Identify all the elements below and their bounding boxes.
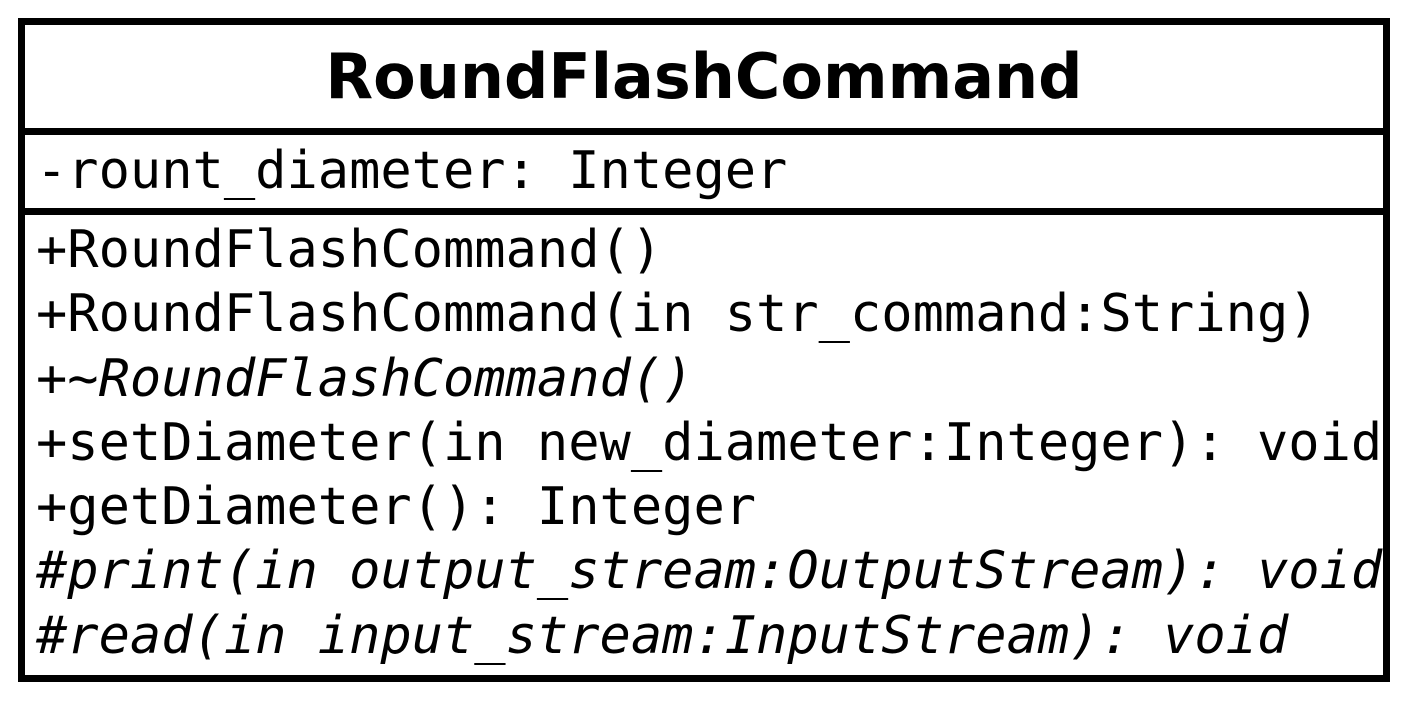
operation-get-diameter: +getDiameter(): Integer bbox=[36, 477, 757, 538]
operation-default-constructor: +RoundFlashCommand() bbox=[36, 220, 663, 280]
operations-compartment: +RoundFlashCommand() +RoundFlashCommand(… bbox=[25, 215, 1383, 675]
operation-print: #print(in output_stream:OutputStream): v… bbox=[36, 541, 1383, 602]
operation-read: #read(in input_stream:InputStream): void bbox=[36, 605, 1289, 666]
operation-string-constructor: +RoundFlashCommand(in str_command:String… bbox=[36, 284, 1320, 345]
operation-set-diameter: +setDiameter(in new_diameter:Integer): v… bbox=[36, 412, 1383, 473]
uml-class-box: RoundFlashCommand -rount_diameter: Integ… bbox=[18, 18, 1390, 682]
operation-destructor: +~RoundFlashCommand() bbox=[36, 348, 694, 409]
attributes-compartment: -rount_diameter: Integer bbox=[25, 135, 1383, 215]
attribute-rount-diameter: -rount_diameter: Integer bbox=[36, 141, 788, 202]
class-name: RoundFlashCommand bbox=[25, 25, 1383, 135]
